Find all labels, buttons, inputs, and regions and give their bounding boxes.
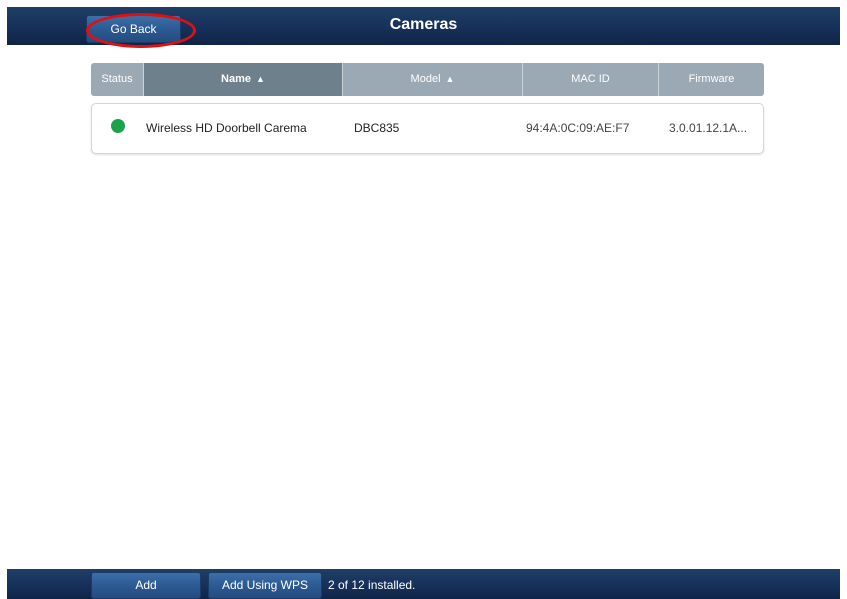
add-using-wps-button[interactable]: Add Using WPS	[208, 572, 322, 599]
table-header: Status Name ▲ Model ▲ MAC ID Firmware	[91, 63, 764, 96]
column-header-status[interactable]: Status	[91, 63, 144, 96]
add-button[interactable]: Add	[91, 572, 201, 599]
column-label: Status	[101, 73, 133, 85]
go-back-button[interactable]: Go Back	[86, 15, 181, 43]
sort-icon: ▲	[256, 74, 265, 84]
column-header-firmware[interactable]: Firmware	[659, 63, 764, 96]
camera-mac-id: 94:4A:0C:09:AE:F7	[526, 121, 630, 135]
column-header-mac-id[interactable]: MAC ID	[523, 63, 659, 96]
installed-count: 2 of 12 installed.	[328, 578, 416, 592]
sort-icon: ▲	[445, 74, 455, 84]
column-header-model[interactable]: Model ▲	[343, 63, 523, 96]
status-online-icon	[111, 119, 125, 133]
bottom-bar: Add Add Using WPS 2 of 12 installed.	[7, 569, 840, 599]
column-header-name[interactable]: Name ▲	[144, 63, 343, 96]
table-row[interactable]: Wireless HD Doorbell Carema DBC835 94:4A…	[91, 103, 764, 154]
camera-name: Wireless HD Doorbell Carema	[146, 121, 307, 135]
camera-firmware: 3.0.01.12.1A...	[669, 121, 748, 135]
cameras-window: Cameras Go Back Status Name ▲ Model ▲ MAC …	[7, 7, 840, 599]
column-label: Model	[410, 73, 441, 85]
column-label: MAC ID	[571, 73, 610, 85]
column-label: Firmware	[688, 73, 735, 85]
column-label: Name	[221, 73, 252, 85]
top-bar: Cameras Go Back	[7, 7, 840, 48]
camera-model: DBC835	[354, 121, 400, 135]
